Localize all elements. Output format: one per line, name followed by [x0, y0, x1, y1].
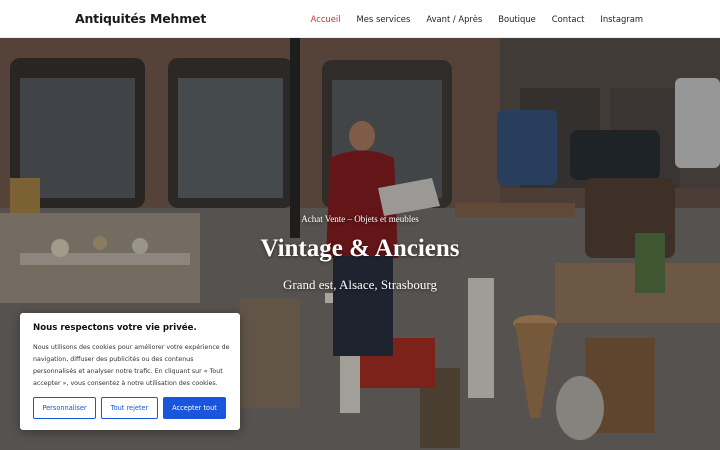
hero-title: Vintage & Anciens — [260, 235, 460, 262]
cookie-description: Nous utilisons des cookies pour améliore… — [33, 344, 230, 387]
nav-item-boutique[interactable]: Boutique — [498, 14, 536, 24]
hero-subtitle: Grand est, Alsace, Strasbourg — [283, 277, 437, 292]
site-header: Antiquités Mehmet Accueil Mes services A… — [0, 0, 720, 38]
nav-item-contact[interactable]: Contact — [552, 14, 585, 24]
cookie-title: Nous respectons votre vie privée. — [33, 323, 197, 333]
site-logo[interactable]: Antiquités Mehmet — [75, 11, 206, 26]
nav-item-avant-apres[interactable]: Avant / Après — [426, 14, 482, 24]
nav-item-instagram[interactable]: Instagram — [600, 14, 643, 24]
accept-all-button[interactable]: Accepter tout — [163, 397, 226, 419]
nav-item-accueil[interactable]: Accueil — [311, 14, 341, 24]
hero-kicker: Achat Vente – Objets et meubles — [301, 214, 419, 224]
nav-item-mes-services[interactable]: Mes services — [357, 14, 411, 24]
customize-cookies-button[interactable]: Personnaliser — [33, 397, 96, 419]
main-nav: Accueil Mes services Avant / Après Bouti… — [311, 0, 643, 38]
reject-all-button[interactable]: Tout rejeter — [101, 397, 158, 419]
cookie-consent-panel: Nous respectons votre vie privée. Nous u… — [20, 313, 240, 430]
